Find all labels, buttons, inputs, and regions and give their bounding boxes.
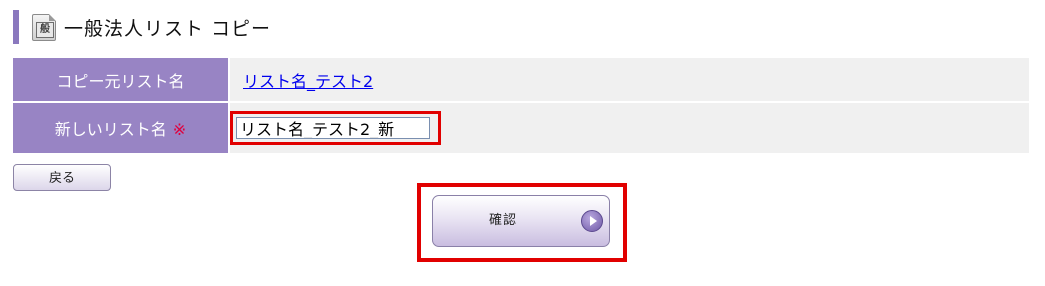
page-header: 般 一般法人リスト コピー — [13, 10, 419, 44]
back-button[interactable]: 戻る — [13, 164, 111, 191]
page-title: 一般法人リスト コピー — [64, 17, 272, 40]
form-row-source-list: コピー元リスト名 リスト名_テスト2 — [13, 58, 1029, 103]
required-mark: ※ — [172, 120, 187, 139]
source-list-label: コピー元リスト名 — [13, 58, 229, 103]
new-list-cell — [228, 102, 1029, 155]
new-list-name-input[interactable] — [236, 117, 430, 139]
document-icon-glyph: 般 — [36, 21, 54, 38]
new-list-label-cell: 新しいリスト名 ※ — [13, 102, 229, 155]
confirm-button[interactable]: 確認 — [432, 195, 610, 247]
new-list-label: 新しいリスト名 — [54, 120, 167, 139]
confirm-button-label: 確認 — [488, 213, 517, 228]
source-list-link[interactable]: リスト名_テスト2 — [243, 72, 373, 91]
form-row-new-list: 新しいリスト名 ※ — [13, 102, 1029, 155]
document-icon: 般 — [32, 13, 56, 41]
source-list-cell: リスト名_テスト2 — [228, 58, 1029, 103]
play-circle-icon — [581, 210, 603, 232]
input-highlight — [230, 111, 441, 145]
list-copy-form: コピー元リスト名 リスト名_テスト2 新しいリスト名 ※ — [13, 58, 1029, 155]
